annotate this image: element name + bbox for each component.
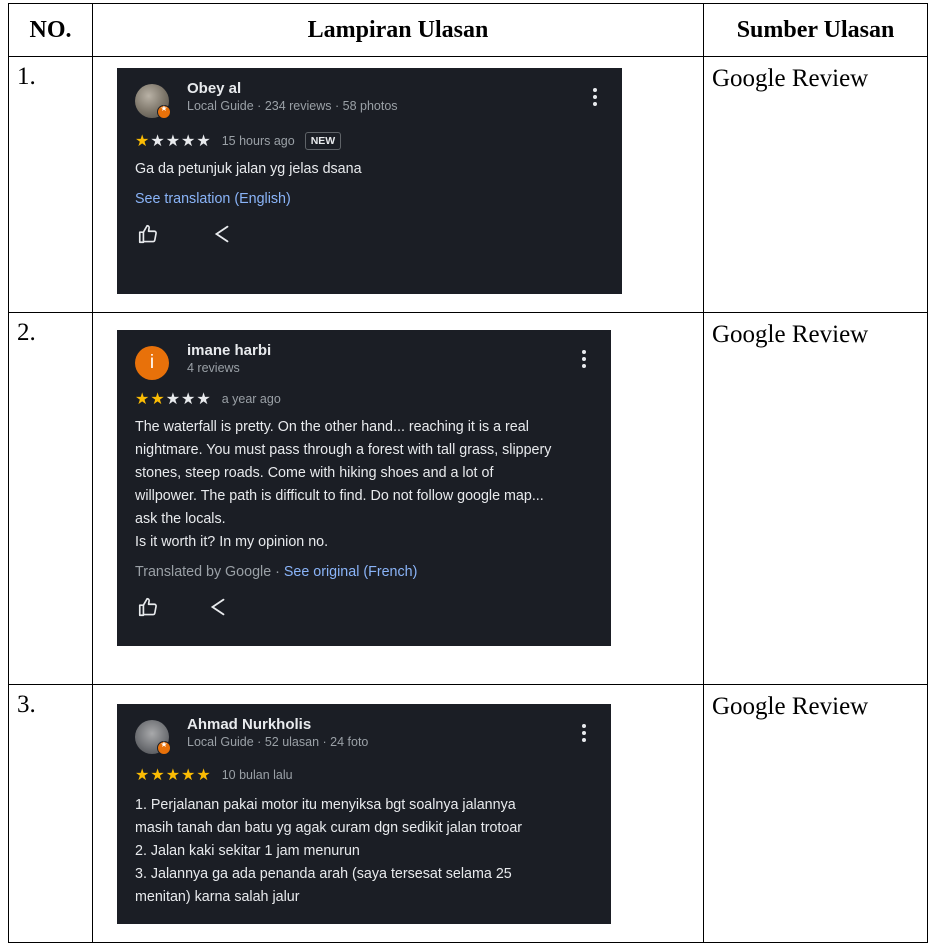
local-guide-badge-icon [157,104,171,119]
table-row: 3. Ahmad Nurkholis Local Guide · 52 ulas… [8,684,928,943]
more-options-icon[interactable] [581,350,587,372]
reviewer-meta: 4 reviews [187,361,240,375]
review-text: The waterfall is pretty. On the other ha… [135,416,593,554]
row-number: 2. [8,312,93,685]
review-text-line: ask the locals. [135,511,226,527]
review-header: i imane harbi 4 reviews [135,342,593,384]
rating-line: ★★★★★ 10 bulan lalu [135,764,593,786]
header-source: Sumber Ulasan [703,3,928,57]
rating-line: ★★★★★ 15 hours ago NEW [135,130,604,152]
review-text-line: Is it worth it? In my opinion no. [135,534,329,550]
review-card: Obey al Local Guide · 234 reviews · 58 p… [117,68,622,294]
new-badge: NEW [304,132,342,150]
review-text: 1. Perjalanan pakai motor itu menyiksa b… [135,794,593,909]
review-text-line: stones, steep roads. Come with hiking sh… [135,465,494,481]
star-rating: ★★★★★ [135,767,212,784]
review-actions [135,594,593,624]
see-original-link[interactable]: See original (French) [284,564,418,580]
local-guide-badge-icon [157,740,171,755]
thumbs-up-icon[interactable] [137,596,159,618]
review-text-line: 3. Jalannya ga ada penanda arah (saya te… [135,866,512,882]
attachment-cell: Obey al Local Guide · 234 reviews · 58 p… [92,56,704,313]
review-text: Ga da petunjuk jalan yg jelas dsana [135,158,604,181]
review-table: NO. Lampiran Ulasan Sumber Ulasan 1. Obe… [8,3,928,943]
share-icon[interactable] [207,596,229,618]
reviewer-name[interactable]: Ahmad Nurkholis [187,716,311,733]
review-time: a year ago [221,392,281,406]
review-source: Google Review [703,312,928,685]
share-icon[interactable] [211,223,233,245]
table-row: 2. i imane harbi 4 reviews ★★★★★ a year … [8,312,928,685]
more-options-icon[interactable] [592,88,598,110]
review-text-line: willpower. The path is difficult to find… [135,488,544,504]
review-time: 10 bulan lalu [221,768,293,782]
reviewer-name[interactable]: Obey al [187,80,241,97]
review-text-line: 2. Jalan kaki sekitar 1 jam menurun [135,843,360,859]
star-rating: ★★★★★ [135,391,212,408]
reviewer-meta: Local Guide · 52 ulasan · 24 foto [187,735,369,749]
link-line: Translated by Google · See original (Fre… [135,564,593,580]
see-translation-link[interactable]: See translation (English) [135,191,291,207]
rating-line: ★★★★★ a year ago [135,388,593,410]
review-source: Google Review [703,56,928,313]
row-number: 3. [8,684,93,943]
review-card: i imane harbi 4 reviews ★★★★★ a year ago… [117,330,611,646]
review-text-line: masih tanah dan batu yg agak curam dgn s… [135,820,523,836]
review-header: Ahmad Nurkholis Local Guide · 52 ulasan … [135,716,593,758]
reviewer-name[interactable]: imane harbi [187,342,271,359]
review-source: Google Review [703,684,928,943]
header-no: NO. [8,3,93,57]
header-attachment: Lampiran Ulasan [92,3,704,57]
star-rating: ★★★★★ [135,133,212,150]
more-options-icon[interactable] [581,724,587,746]
review-text-line: 1. Perjalanan pakai motor itu menyiksa b… [135,797,516,813]
review-header: Obey al Local Guide · 234 reviews · 58 p… [135,80,604,122]
header-row: NO. Lampiran Ulasan Sumber Ulasan [8,3,928,57]
review-text-line: The waterfall is pretty. On the other ha… [135,419,529,435]
attachment-cell: i imane harbi 4 reviews ★★★★★ a year ago… [92,312,704,685]
review-card: Ahmad Nurkholis Local Guide · 52 ulasan … [117,704,611,924]
review-time: 15 hours ago [221,134,295,148]
table-row: 1. Obey al Local Guide · 234 reviews · 5… [8,56,928,313]
review-actions [135,221,604,251]
review-text-line: nightmare. You must pass through a fores… [135,442,552,458]
reviewer-meta: Local Guide · 234 reviews · 58 photos [187,99,398,113]
avatar[interactable]: i [135,346,169,380]
review-text-line: menitan) karna salah jalur [135,889,300,905]
link-line: See translation (English) [135,191,604,207]
review-text-line: Ga da petunjuk jalan yg jelas dsana [135,161,362,177]
attachment-cell: Ahmad Nurkholis Local Guide · 52 ulasan … [92,684,704,943]
translated-by-label: Translated by Google · [135,564,284,580]
thumbs-up-icon[interactable] [137,223,159,245]
row-number: 1. [8,56,93,313]
